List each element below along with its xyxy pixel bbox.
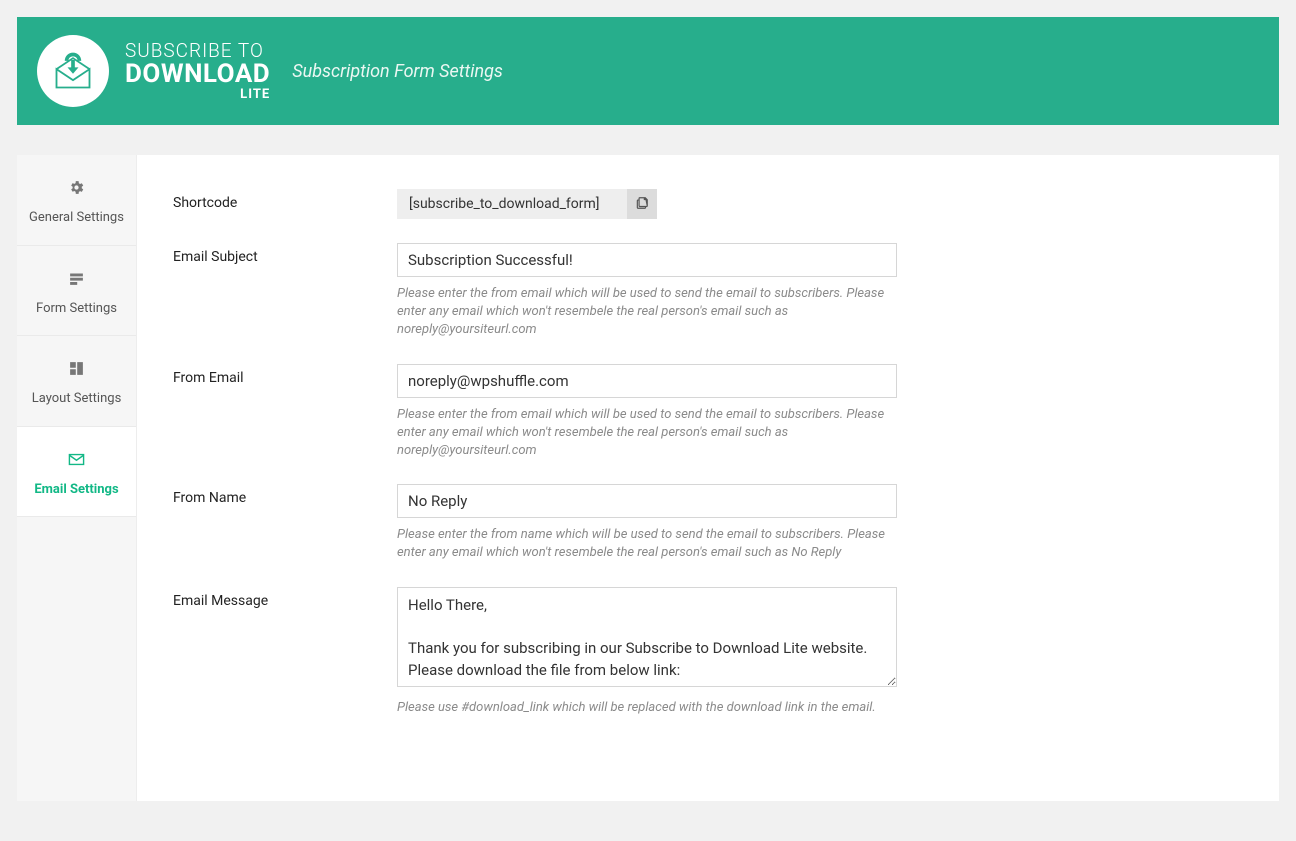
layout-icon [23,360,130,383]
help-from-email: Please enter the from email which will b… [397,406,897,461]
page-body: General Settings Form Settings Layout Se… [17,155,1279,801]
envelope-download-icon [51,49,95,93]
logo-line1: SUBSCRIBE TO [125,41,270,61]
page-subtitle: Subscription Form Settings [292,61,503,82]
tab-email-settings[interactable]: Email Settings [17,427,136,518]
row-from-name: From Name Please enter the from name whi… [173,484,1243,562]
tab-label: General Settings [29,210,124,225]
from-name-input[interactable] [397,484,897,518]
label-email-subject: Email Subject [173,243,397,265]
tab-label: Email Settings [34,482,118,497]
help-email-subject: Please enter the from email which will b… [397,285,897,340]
logo-badge [37,35,109,107]
tab-general-settings[interactable]: General Settings [17,155,136,246]
copy-shortcode-button[interactable] [627,189,657,219]
app-header: SUBSCRIBE TO DOWNLOAD LITE Subscription … [17,17,1279,125]
help-email-message: Please use #download_link which will be … [397,699,897,717]
content-panel: Shortcode [subscribe_to_download_form] E… [137,155,1279,801]
label-from-name: From Name [173,484,397,506]
row-email-message: Email Message Please use #download_link … [173,587,1243,717]
email-subject-input[interactable] [397,243,897,277]
label-email-message: Email Message [173,587,397,609]
tab-layout-settings[interactable]: Layout Settings [17,336,136,427]
email-icon [23,451,130,474]
logo: SUBSCRIBE TO DOWNLOAD LITE [37,35,270,107]
label-shortcode: Shortcode [173,189,397,211]
shortcode-value: [subscribe_to_download_form] [397,189,627,219]
email-message-textarea[interactable] [397,587,897,687]
logo-text: SUBSCRIBE TO DOWNLOAD LITE [125,41,270,102]
tab-form-settings[interactable]: Form Settings [17,246,136,337]
clipboard-icon [635,196,649,213]
row-email-subject: Email Subject Please enter the from emai… [173,243,1243,340]
tab-label: Form Settings [36,301,117,316]
logo-line3: LITE [125,88,270,102]
logo-line2: DOWNLOAD [125,61,270,88]
row-from-email: From Email Please enter the from email w… [173,364,1243,461]
help-from-name: Please enter the from name which will be… [397,526,897,562]
gear-icon [23,179,130,202]
tab-label: Layout Settings [32,391,122,406]
label-from-email: From Email [173,364,397,386]
row-shortcode: Shortcode [subscribe_to_download_form] [173,189,1243,219]
form-icon [23,270,130,293]
sidebar: General Settings Form Settings Layout Se… [17,155,137,801]
from-email-input[interactable] [397,364,897,398]
